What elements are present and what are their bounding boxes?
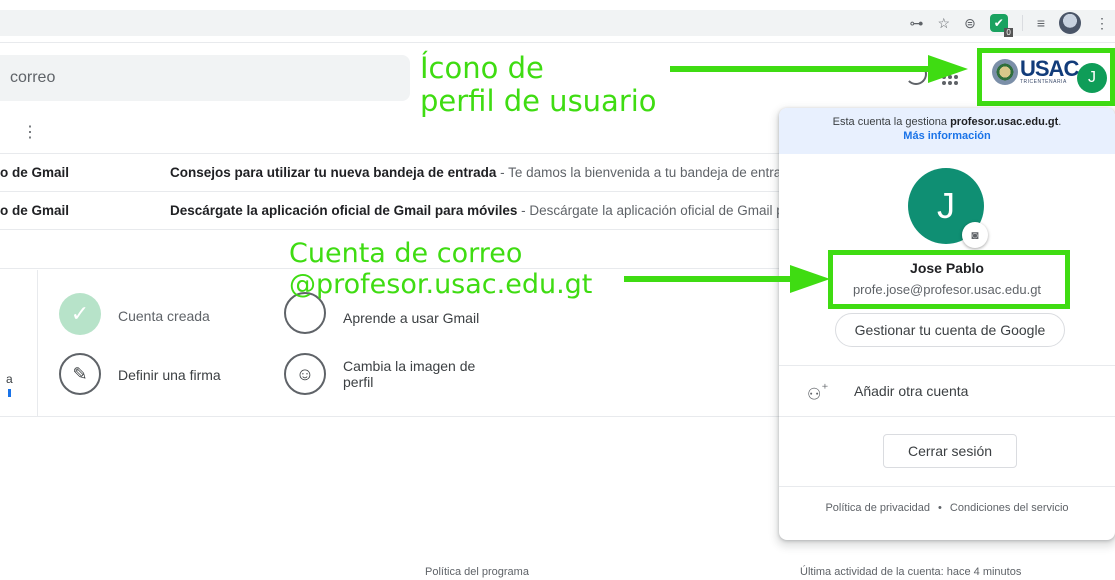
email-snippet: - Te damos la bienvenida a tu bandeja de… [496,165,780,180]
profile-icon-annotation: Ícono de perfil de usuario [420,51,657,119]
screenshot-root: ⊶ ☆ ⊜ ✔ 0 ≡ ⋮ correo USAC TRICENTENARIA [0,0,1115,580]
change-image-link[interactable]: Cambia la imagen de perfil [343,358,483,390]
email-row[interactable]: o de Gmail Descárgate la aplicación ofic… [0,192,780,230]
add-account-button[interactable]: ⚇⁺ Añadir otra cuenta [779,366,1115,416]
reading-list-icon[interactable]: ≡ [1037,16,1045,30]
getting-started-vertical-divider [37,270,38,416]
mail-toolbar: ⋮ [0,106,780,154]
browser-icon-tray: ⊶ ☆ ⊜ ✔ 0 ≡ ⋮ [910,10,1109,37]
email-sender: o de Gmail [0,165,70,180]
email-account-annotation: Cuenta de correo @profesor.usac.edu.gt [289,238,592,300]
panel-divider [779,486,1115,487]
annotation-arrow-shaft [670,66,930,72]
learn-gmail-link[interactable]: Aprende a usar Gmail [343,310,479,326]
extension-icon[interactable]: ⊜ [964,16,976,30]
managed-prefix: Esta cuenta la gestiona [832,116,951,128]
check-glyph: ✔ [993,16,1004,30]
email-snippet: - Descárgate la aplicación oficial de Gm… [517,203,780,218]
managed-account-notice: Esta cuenta la gestiona profesor.usac.ed… [779,108,1115,154]
footer-dot: • [938,502,942,514]
profile-highlight-box [977,48,1115,106]
cropped-link-fragment [8,389,11,397]
account-highlight-box [828,250,1070,309]
annotation-arrow-head [790,265,830,293]
person-add-icon: ⚇⁺ [807,381,829,404]
grammarly-extension-icon[interactable]: ✔ 0 [989,14,1013,37]
email-sender: o de Gmail [0,203,70,218]
account-panel-footer: Política de privacidad • Condiciones del s… [779,502,1115,514]
annotation-arrow-shaft [624,276,794,282]
panel-divider [779,416,1115,417]
profile-avatar-icon[interactable] [1059,12,1081,34]
annotation-line: Cuenta de correo [289,238,523,269]
add-account-label: Añadir otra cuenta [854,383,969,399]
email-subject: Consejos para utilizar tu nueva bandeja … [170,165,497,180]
email-subject-line: Consejos para utilizar tu nueva bandeja … [170,165,780,180]
search-input[interactable]: correo [0,55,410,101]
key-icon[interactable]: ⊶ [910,16,924,30]
managed-suffix: . [1058,116,1062,128]
cropped-text-fragment: a [6,372,13,386]
annotation-line: Ícono de [420,51,544,85]
more-info-link[interactable]: Más información [779,129,1115,143]
extension-badge: 0 [1004,28,1013,37]
account-popup: Esta cuenta la gestiona profesor.usac.ed… [779,108,1115,540]
last-activity-text: Última actividad de la cuenta: hace 4 mi… [800,566,1022,578]
annotation-arrow-head [928,55,968,83]
email-subject-line: Descárgate la aplicación oficial de Gmai… [170,203,780,218]
email-subject: Descárgate la aplicación oficial de Gmai… [170,203,518,218]
toolbar-separator [1021,15,1023,31]
sign-out-button[interactable]: Cerrar sesión [883,434,1017,468]
pencil-icon[interactable]: ✎ [59,353,101,395]
define-signature-link[interactable]: Definir una firma [118,367,221,383]
check-icon: ✓ [59,293,101,335]
more-options-icon[interactable]: ⋮ [22,122,38,142]
annotation-line: @profesor.usac.edu.gt [289,269,593,301]
manage-google-account-button[interactable]: Gestionar tu cuenta de Google [835,313,1065,347]
account-circle-icon[interactable]: ☺ [284,353,326,395]
email-row[interactable]: o de Gmail Consejos para utilizar tu nue… [0,154,780,192]
terms-of-service-link[interactable]: Condiciones del servicio [950,502,1069,514]
camera-icon[interactable]: ◙ [962,222,988,248]
star-icon[interactable]: ☆ [938,16,951,30]
account-created-label: Cuenta creada [118,308,210,324]
browser-toolbar: ⊶ ☆ ⊜ ✔ 0 ≡ ⋮ [0,0,1115,42]
menu-kebab-icon[interactable]: ⋮ [1095,16,1109,30]
privacy-policy-link[interactable]: Política de privacidad [825,502,930,514]
managed-domain: profesor.usac.edu.gt [950,116,1059,128]
program-policy-link[interactable]: Política del programa [425,566,529,578]
search-placeholder: correo [10,69,56,86]
getting-started-bottom-divider [0,416,780,417]
annotation-line: perfil de usuario [420,84,657,119]
